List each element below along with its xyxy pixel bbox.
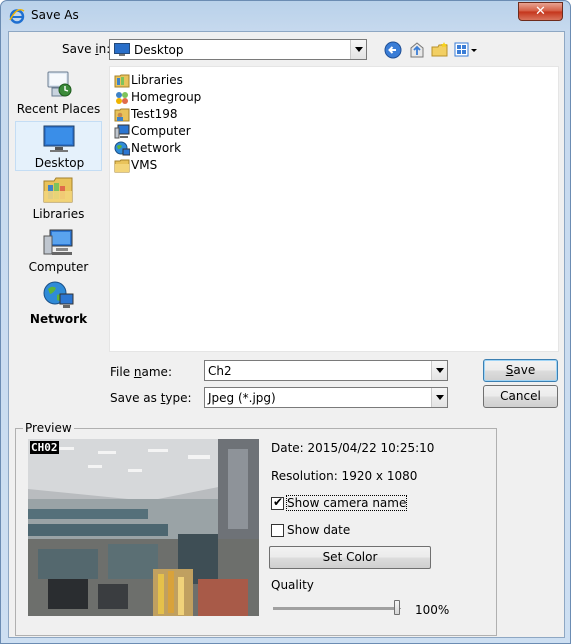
save-as-window: Save As ✕ Save in: Desktop Recent Places… xyxy=(0,0,571,644)
quality-slider-track[interactable] xyxy=(273,607,401,610)
save-as-type-value: Jpeg (*.jpg) xyxy=(208,391,276,405)
user-folder-icon xyxy=(114,108,130,122)
file-name: Computer xyxy=(131,124,191,138)
file-list[interactable]: Libraries Homegroup Test198 Computer Net… xyxy=(109,66,559,352)
preview-date: Date: 2015/04/22 10:25:10 xyxy=(271,441,435,455)
quality-slider-fill xyxy=(274,608,401,609)
network-icon xyxy=(43,281,74,308)
save-in-value: Desktop xyxy=(134,43,184,57)
place-computer[interactable]: Computer xyxy=(15,226,102,276)
chevron-down-icon[interactable] xyxy=(431,388,447,407)
place-desktop[interactable]: Desktop xyxy=(15,121,102,171)
place-label: Libraries xyxy=(32,207,85,221)
save-in-label: Save in: xyxy=(62,42,111,56)
desktop-icon xyxy=(114,43,130,56)
up-folder-icon[interactable] xyxy=(407,40,427,60)
libraries-icon xyxy=(43,177,73,203)
cancel-button[interactable]: Cancel xyxy=(483,385,558,408)
close-button[interactable]: ✕ xyxy=(518,2,563,21)
dialog-body: Save in: Desktop Recent Places Desktop L… xyxy=(8,31,565,638)
homegroup-icon xyxy=(116,92,128,104)
window-title: Save As xyxy=(31,8,79,22)
save-in-dropdown[interactable]: Desktop xyxy=(109,39,367,60)
chevron-down-icon[interactable] xyxy=(350,40,366,59)
file-name-label: File name: xyxy=(110,365,172,379)
recent-places-icon xyxy=(47,71,72,97)
show-date-checkbox[interactable] xyxy=(271,524,284,537)
save-button[interactable]: Save xyxy=(483,359,558,382)
view-menu-icon[interactable] xyxy=(453,40,479,60)
computer-icon xyxy=(43,229,73,255)
new-folder-icon[interactable] xyxy=(430,40,450,60)
places-bar: Recent Places Desktop Libraries Computer… xyxy=(15,66,102,356)
place-label: Computer xyxy=(28,260,89,274)
chevron-down-icon[interactable] xyxy=(431,361,447,380)
place-label: Network xyxy=(29,312,88,326)
file-name: Libraries xyxy=(131,73,183,87)
preview-resolution: Resolution: 1920 x 1080 xyxy=(271,469,418,483)
place-label: Desktop xyxy=(34,156,85,170)
quality-value: 100% xyxy=(415,603,450,617)
desktop-icon xyxy=(43,125,75,152)
set-color-button[interactable]: Set Color xyxy=(269,546,431,569)
file-name: Homegroup xyxy=(131,90,202,104)
file-name-value: Ch2 xyxy=(208,364,232,378)
file-name: Network xyxy=(131,141,182,155)
internet-explorer-icon xyxy=(9,8,25,24)
save-as-type-dropdown[interactable]: Jpeg (*.jpg) xyxy=(204,387,448,408)
back-icon[interactable] xyxy=(383,40,403,60)
preview-group-title: Preview xyxy=(23,421,74,435)
office-scene-image xyxy=(28,439,259,616)
place-label: Recent Places xyxy=(16,102,101,116)
folder-icon xyxy=(114,159,130,173)
quality-slider-thumb[interactable] xyxy=(394,600,400,615)
show-date-label[interactable]: Show date xyxy=(287,523,350,537)
file-name-field[interactable]: Ch2 xyxy=(204,360,448,381)
place-network[interactable]: Network xyxy=(15,278,102,328)
place-libraries[interactable]: Libraries xyxy=(15,173,102,223)
camera-name-overlay: CH02 xyxy=(30,441,59,454)
libraries-icon xyxy=(114,74,130,88)
network-icon xyxy=(114,141,130,156)
place-recent-places[interactable]: Recent Places xyxy=(15,68,102,118)
save-as-type-label: Save as type: xyxy=(110,391,192,405)
computer-icon xyxy=(114,124,130,139)
title-bar[interactable]: Save As ✕ xyxy=(1,1,570,31)
show-camera-name-label[interactable]: Show camera name xyxy=(285,495,408,511)
quality-label: Quality xyxy=(271,578,314,592)
file-name: Test198 xyxy=(131,107,178,121)
show-camera-name-checkbox[interactable] xyxy=(271,495,284,510)
camera-preview-image: CH02 xyxy=(28,439,259,616)
file-name: VMS xyxy=(131,158,158,172)
